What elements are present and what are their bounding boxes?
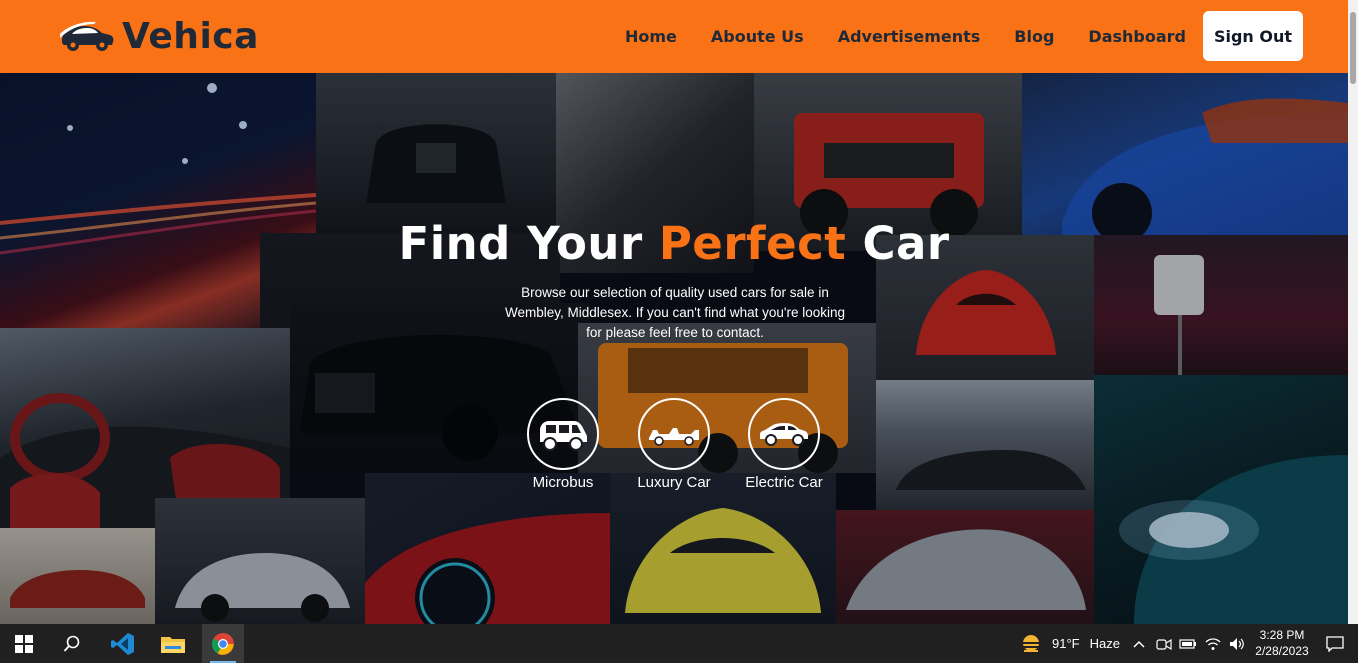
- scrollbar-thumb[interactable]: [1350, 12, 1356, 84]
- haze-weather-icon: [1020, 634, 1042, 652]
- hero-description: Browse our selection of quality used car…: [504, 285, 846, 340]
- taskbar-file-explorer[interactable]: [152, 624, 194, 663]
- notification-center-button[interactable]: [1318, 624, 1352, 663]
- notification-icon: [1326, 635, 1344, 652]
- microbus-icon: [527, 398, 599, 470]
- battery-icon: [1179, 638, 1196, 649]
- weather-condition: Haze: [1089, 636, 1120, 651]
- weather-temperature: 91°F: [1052, 636, 1080, 651]
- category-label: Microbus: [532, 474, 594, 491]
- taskbar-vscode[interactable]: [102, 624, 144, 663]
- wifi-icon: [1205, 637, 1221, 650]
- windows-start-icon: [15, 634, 33, 653]
- hero-title-end: Car: [846, 217, 950, 270]
- hero-dark-overlay: [0, 73, 1348, 624]
- tray-battery[interactable]: [1176, 624, 1200, 663]
- windows-taskbar: 91°F Haze 3:28 PM 2/28/2023: [0, 624, 1358, 663]
- taskbar-chrome[interactable]: [202, 624, 244, 663]
- windows-start-button[interactable]: [4, 624, 44, 663]
- hero-title-accent: Perfect: [658, 217, 847, 270]
- taskbar-search-button[interactable]: [52, 624, 92, 663]
- hatchback-car-icon: [748, 398, 820, 470]
- volume-icon: [1230, 637, 1244, 650]
- site-logo[interactable]: Vehica: [58, 14, 259, 58]
- tray-wifi[interactable]: [1202, 624, 1224, 663]
- hero-title-start: Find Your: [398, 217, 659, 270]
- nav-blog[interactable]: Blog: [1014, 27, 1054, 46]
- clock-time: 3:28 PM: [1259, 628, 1305, 642]
- main-nav: Home Aboute Us Advertisements Blog Dashb…: [591, 11, 1303, 61]
- car-categories: Microbus Luxury Car Electric Car: [520, 398, 832, 491]
- nav-dashboard[interactable]: Dashboard: [1088, 27, 1186, 46]
- site-header: Vehica Home Aboute Us Advertisements Blo…: [0, 0, 1348, 73]
- weather-widget[interactable]: 91°F Haze: [1018, 624, 1124, 663]
- tray-volume[interactable]: [1226, 624, 1248, 663]
- category-label: Electric Car: [745, 474, 823, 491]
- page-scrollbar[interactable]: [1348, 0, 1358, 624]
- file-explorer-icon: [161, 636, 185, 653]
- camera-icon: [1156, 638, 1172, 650]
- sign-out-button[interactable]: Sign Out: [1203, 11, 1303, 61]
- search-icon: [63, 635, 80, 652]
- tray-meet-now[interactable]: [1152, 624, 1176, 663]
- chevron-up-icon: [1133, 640, 1145, 648]
- nav-advertisements[interactable]: Advertisements: [838, 27, 981, 46]
- show-hidden-icons-button[interactable]: [1128, 624, 1150, 663]
- category-luxury-car[interactable]: Luxury Car: [626, 398, 722, 491]
- race-car-icon: [638, 398, 710, 470]
- category-microbus[interactable]: Microbus: [520, 398, 606, 491]
- nav-about-us[interactable]: Aboute Us: [711, 27, 804, 46]
- brand-name: Vehica: [122, 15, 259, 57]
- car-logo-icon: [60, 21, 114, 51]
- category-electric-car[interactable]: Electric Car: [736, 398, 832, 491]
- taskbar-clock[interactable]: 3:28 PM 2/28/2023: [1252, 627, 1312, 659]
- vscode-icon: [111, 632, 134, 655]
- hero-section: Find Your Perfect Car Browse our selecti…: [0, 73, 1348, 624]
- chrome-icon: [212, 632, 234, 655]
- nav-home[interactable]: Home: [625, 27, 677, 46]
- hero-title: Find Your Perfect Car: [0, 217, 1348, 270]
- clock-date: 2/28/2023: [1255, 644, 1309, 658]
- category-label: Luxury Car: [637, 474, 711, 491]
